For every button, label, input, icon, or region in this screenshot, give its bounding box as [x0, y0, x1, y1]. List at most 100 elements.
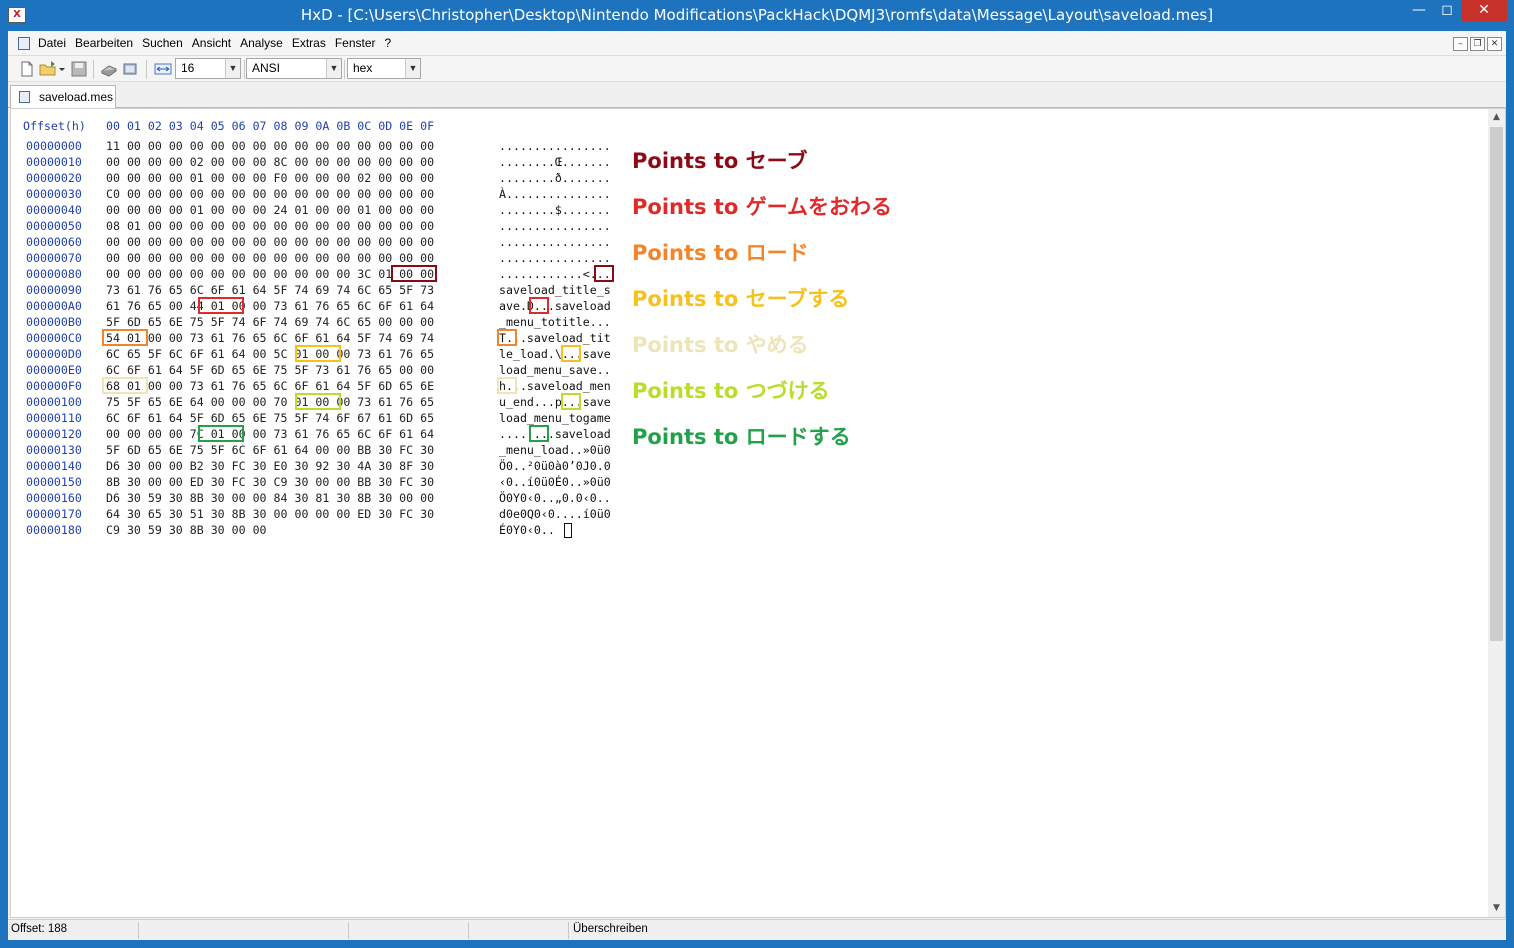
chevron-down-icon[interactable]: ▼ [405, 59, 420, 78]
document-icon[interactable] [18, 37, 30, 50]
row-text[interactable]: ................ [499, 139, 611, 153]
row-text[interactable]: u_end...p...save [499, 395, 611, 409]
row-text[interactable]: le_load.\...save [499, 347, 611, 361]
save-icon[interactable] [70, 60, 88, 78]
scroll-up-arrow-icon[interactable]: ▲ [1488, 109, 1505, 126]
row-bytes[interactable]: 00 00 00 00 00 00 00 00 00 00 00 00 00 0… [106, 235, 434, 249]
chevron-down-icon[interactable]: ▼ [326, 59, 341, 78]
row-bytes[interactable]: 6C 6F 61 64 5F 6D 65 6E 75 5F 74 6F 67 6… [106, 411, 434, 425]
row-offset[interactable]: 00000140 [26, 459, 82, 473]
row-bytes[interactable]: 64 30 65 30 51 30 8B 30 00 00 00 00 ED 3… [106, 507, 434, 521]
row-offset[interactable]: 00000100 [26, 395, 82, 409]
hex-row[interactable]: 000000D0 6C 65 5F 6C 6F 61 64 00 5C 01 00… [11, 347, 651, 363]
menu-help[interactable]: ? [385, 36, 392, 50]
row-offset[interactable]: 000000F0 [26, 379, 82, 393]
hex-row[interactable]: 00000160 D6 30 59 30 8B 30 00 00 84 30 81… [11, 491, 651, 507]
hex-row[interactable]: 00000120 00 00 00 00 7C 01 00 00 73 61 76… [11, 427, 651, 443]
row-text[interactable]: _menu_totitle... [499, 315, 611, 329]
row-offset[interactable]: 00000110 [26, 411, 82, 425]
hex-row[interactable]: 00000000 11 00 00 00 00 00 00 00 00 00 00… [11, 139, 651, 155]
hex-row[interactable]: 00000110 6C 6F 61 64 5F 6D 65 6E 75 5F 74… [11, 411, 651, 427]
hex-row[interactable]: 000000B0 5F 6D 65 6E 75 5F 74 6F 74 69 74… [11, 315, 651, 331]
row-text[interactable]: ................ [499, 219, 611, 233]
row-bytes[interactable]: C9 30 59 30 8B 30 00 00 [106, 523, 267, 537]
row-text[interactable]: ........ð....... [499, 171, 611, 185]
new-file-icon[interactable] [18, 60, 36, 78]
row-offset[interactable]: 000000C0 [26, 331, 82, 345]
menu-suchen[interactable]: Suchen [142, 36, 183, 50]
hex-row[interactable]: 00000040 00 00 00 00 01 00 00 00 24 01 00… [11, 203, 651, 219]
open-dropdown-icon[interactable] [58, 60, 66, 78]
hex-row[interactable]: 00000060 00 00 00 00 00 00 00 00 00 00 00… [11, 235, 651, 251]
hex-row[interactable]: 00000150 8B 30 00 00 ED 30 FC 30 C9 30 00… [11, 475, 651, 491]
row-text[interactable]: ............<... [499, 267, 611, 281]
hex-row[interactable]: 00000080 00 00 00 00 00 00 00 00 00 00 00… [11, 267, 651, 283]
hex-row[interactable]: 00000170 64 30 65 30 51 30 8B 30 00 00 00… [11, 507, 651, 523]
row-offset[interactable]: 000000B0 [26, 315, 82, 329]
row-bytes[interactable]: 00 00 00 00 00 00 00 00 00 00 00 00 00 0… [106, 251, 434, 265]
row-offset[interactable]: 00000150 [26, 475, 82, 489]
row-bytes[interactable]: 6C 65 5F 6C 6F 61 64 00 5C 01 00 00 73 6… [106, 347, 434, 361]
row-offset[interactable]: 00000080 [26, 267, 82, 281]
tab-saveload-mes[interactable]: saveload.mes [10, 85, 116, 109]
vertical-scrollbar[interactable]: ▲ ▼ [1488, 109, 1505, 917]
row-text[interactable]: d0e0Q0‹0....í0ü0 [499, 507, 611, 521]
scroll-down-arrow-icon[interactable]: ▼ [1488, 900, 1505, 917]
row-offset[interactable]: 00000070 [26, 251, 82, 265]
row-bytes[interactable]: 73 61 76 65 6C 6F 61 64 5F 74 69 74 6C 6… [106, 283, 434, 297]
row-text[interactable]: ........Œ....... [499, 155, 611, 169]
hex-row[interactable]: 00000130 5F 6D 65 6E 75 5F 6C 6F 61 64 00… [11, 443, 651, 459]
row-bytes[interactable]: D6 30 00 00 B2 30 FC 30 E0 30 92 30 4A 3… [106, 459, 434, 473]
row-bytes[interactable]: 11 00 00 00 00 00 00 00 00 00 00 00 00 0… [106, 139, 434, 153]
hex-row[interactable]: 00000010 00 00 00 00 02 00 00 00 8C 00 00… [11, 155, 651, 171]
row-text[interactable]: ................ [499, 235, 611, 249]
open-folder-icon[interactable] [39, 60, 57, 78]
row-text[interactable]: À............... [499, 187, 611, 201]
offset-base-select[interactable]: hex ▼ [347, 58, 421, 79]
row-text[interactable]: Ö0Y0‹0..„0.0‹0.. [499, 491, 611, 505]
hex-row[interactable]: 00000140 D6 30 00 00 B2 30 FC 30 E0 30 92… [11, 459, 651, 475]
row-bytes[interactable]: D6 30 59 30 8B 30 00 00 84 30 81 30 8B 3… [106, 491, 434, 505]
row-offset[interactable]: 000000D0 [26, 347, 82, 361]
chevron-down-icon[interactable]: ▼ [225, 59, 240, 78]
mdi-restore-button[interactable]: ❐ [1470, 37, 1485, 51]
row-offset[interactable]: 00000030 [26, 187, 82, 201]
row-bytes[interactable]: 08 01 00 00 00 00 00 00 00 00 00 00 00 0… [106, 219, 434, 233]
row-offset[interactable]: 000000E0 [26, 363, 82, 377]
hex-row[interactable]: 00000070 00 00 00 00 00 00 00 00 00 00 00… [11, 251, 651, 267]
menu-analyse[interactable]: Analyse [240, 36, 283, 50]
row-offset[interactable]: 00000120 [26, 427, 82, 441]
scroll-thumb[interactable] [1490, 127, 1503, 641]
row-offset[interactable]: 00000160 [26, 491, 82, 505]
row-offset[interactable]: 00000060 [26, 235, 82, 249]
row-offset[interactable]: 00000180 [26, 523, 82, 537]
mdi-close-button[interactable]: ✕ [1487, 37, 1502, 51]
hex-row[interactable]: 000000C0 54 01 00 00 73 61 76 65 6C 6F 61… [11, 331, 651, 347]
row-offset[interactable]: 00000090 [26, 283, 82, 297]
open-ram-icon[interactable] [121, 60, 139, 78]
row-bytes[interactable]: 00 00 00 00 01 00 00 00 F0 00 00 00 02 0… [106, 171, 434, 185]
row-text[interactable]: ........$....... [499, 203, 611, 217]
hex-row[interactable]: 00000050 08 01 00 00 00 00 00 00 00 00 00… [11, 219, 651, 235]
hex-row[interactable]: 000000A0 61 76 65 00 44 01 00 00 73 61 76… [11, 299, 651, 315]
menu-fenster[interactable]: Fenster [335, 36, 376, 50]
open-disk-icon[interactable] [100, 60, 118, 78]
row-bytes[interactable]: 68 01 00 00 73 61 76 65 6C 6F 61 64 5F 6… [106, 379, 434, 393]
row-bytes[interactable]: 5F 6D 65 6E 75 5F 6C 6F 61 64 00 00 BB 3… [106, 443, 434, 457]
charset-select[interactable]: ANSI ▼ [246, 58, 342, 79]
row-text[interactable]: _menu_load..»0ü0 [499, 443, 611, 457]
row-bytes[interactable]: 54 01 00 00 73 61 76 65 6C 6F 61 64 5F 7… [106, 331, 434, 345]
menu-extras[interactable]: Extras [292, 36, 326, 50]
hex-row[interactable]: 00000180 C9 30 59 30 8B 30 00 00 É0Y0‹0.. [11, 523, 651, 539]
menu-datei[interactable]: Datei [38, 36, 66, 50]
row-text[interactable]: Ö0..²0ü0à0’0J0.0 [499, 459, 611, 473]
title-bar[interactable]: X HxD - [C:\Users\Christopher\Desktop\Ni… [0, 0, 1514, 31]
row-bytes[interactable]: C0 00 00 00 00 00 00 00 00 00 00 00 00 0… [106, 187, 434, 201]
row-bytes[interactable]: 75 5F 65 6E 64 00 00 00 70 01 00 00 73 6… [106, 395, 434, 409]
row-bytes[interactable]: 61 76 65 00 44 01 00 00 73 61 76 65 6C 6… [106, 299, 434, 313]
hex-row[interactable]: 000000F0 68 01 00 00 73 61 76 65 6C 6F 61… [11, 379, 651, 395]
minimize-button[interactable]: — [1405, 0, 1433, 21]
hex-row[interactable]: 00000030 C0 00 00 00 00 00 00 00 00 00 00… [11, 187, 651, 203]
row-text[interactable]: É0Y0‹0.. [499, 523, 555, 537]
hex-row[interactable]: 00000090 73 61 76 65 6C 6F 61 64 5F 74 69… [11, 283, 651, 299]
